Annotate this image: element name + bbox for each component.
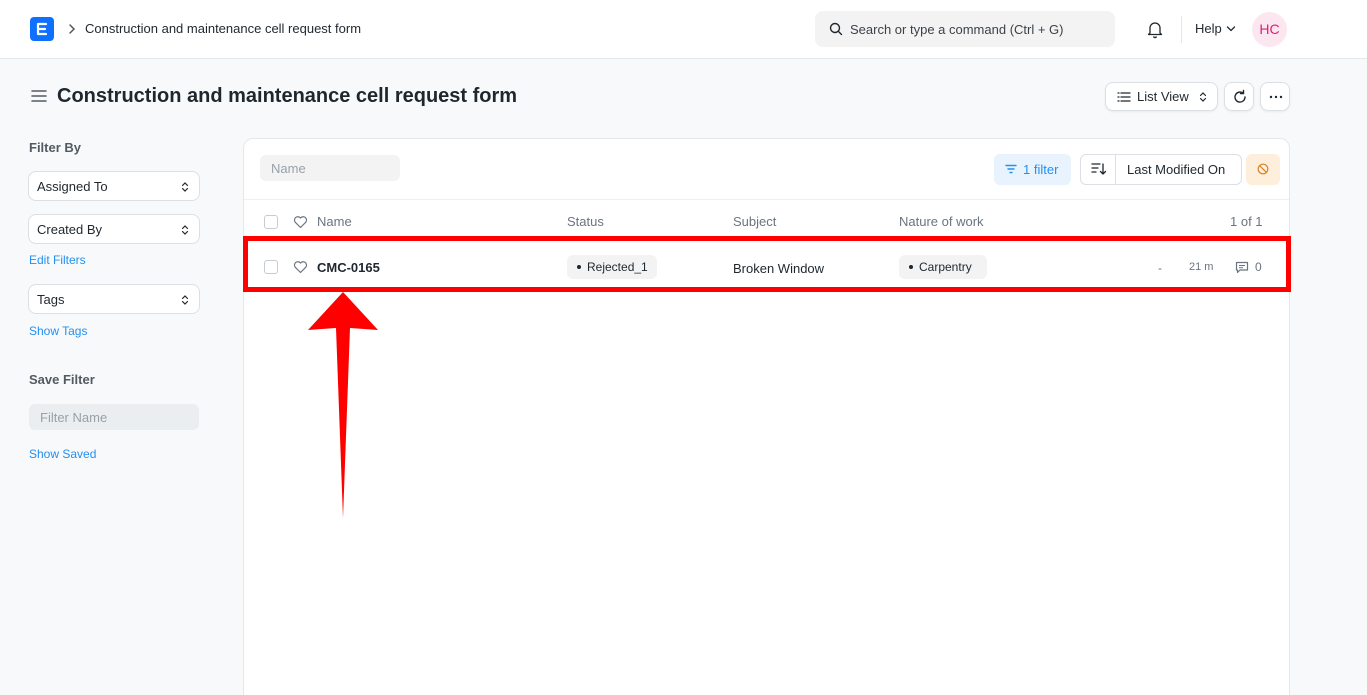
list-card: 1 filter Last Modified On Name Status Su…: [243, 138, 1290, 695]
column-header-nature-of-work: Nature of work: [899, 214, 984, 229]
filter-icon: [1005, 164, 1017, 174]
filter-button[interactable]: 1 filter: [994, 154, 1071, 185]
more-icon: [1269, 95, 1283, 99]
select-all-checkbox[interactable]: [264, 215, 278, 229]
show-tags-link[interactable]: Show Tags: [29, 324, 87, 338]
clear-filters-button[interactable]: [1246, 154, 1280, 185]
sidebar-toggle-icon[interactable]: [30, 89, 48, 103]
select-arrows-icon: [181, 182, 189, 192]
created-by-select[interactable]: Created By: [28, 214, 200, 244]
filter-by-heading: Filter By: [29, 140, 82, 155]
list-view-selector[interactable]: List View: [1105, 82, 1218, 111]
navbar-divider: [1181, 16, 1182, 43]
heart-icon[interactable]: [293, 215, 308, 229]
search-input[interactable]: [850, 11, 1105, 47]
page-title: Construction and maintenance cell reques…: [57, 85, 518, 107]
filter-button-label: 1 filter: [1023, 162, 1059, 177]
notification-bell-icon[interactable]: [1145, 19, 1165, 39]
column-header-status: Status: [567, 214, 604, 229]
select-arrows-icon: [181, 225, 189, 235]
sort-descending-icon: [1091, 163, 1107, 175]
tags-label: Tags: [37, 292, 65, 307]
search-icon: [829, 22, 843, 36]
assigned-to-label: Assigned To: [37, 179, 108, 194]
help-menu[interactable]: Help: [1195, 21, 1222, 36]
refresh-icon: [1234, 89, 1246, 103]
result-count: 1 of 1: [1230, 214, 1263, 229]
breadcrumb[interactable]: Construction and maintenance cell reques…: [85, 21, 361, 36]
more-actions-button[interactable]: [1260, 82, 1290, 111]
filter-name-input[interactable]: [29, 404, 199, 430]
show-saved-link[interactable]: Show Saved: [29, 447, 96, 461]
edit-filters-link[interactable]: Edit Filters: [29, 253, 86, 267]
app-logo[interactable]: [30, 17, 54, 41]
annotation-highlight-box: [243, 236, 1291, 292]
list-icon: [1117, 92, 1131, 102]
sort-field-button[interactable]: Last Modified On: [1127, 162, 1225, 177]
search-bar[interactable]: [815, 11, 1115, 47]
list-view-label: List View: [1137, 89, 1189, 104]
sort-selector: Last Modified On: [1080, 154, 1242, 185]
save-filter-heading: Save Filter: [29, 372, 95, 387]
column-header-subject: Subject: [733, 214, 777, 229]
toolbar-divider: [244, 199, 1289, 200]
navbar: Construction and maintenance cell reques…: [0, 0, 1367, 59]
name-filter-input[interactable]: [260, 155, 400, 181]
clear-filter-icon: [1257, 163, 1269, 175]
chevron-down-icon[interactable]: [1226, 25, 1236, 33]
column-header-name: Name: [317, 214, 352, 229]
assigned-to-select[interactable]: Assigned To: [28, 171, 200, 201]
select-arrows-icon: [181, 295, 189, 305]
tags-select[interactable]: Tags: [28, 284, 200, 314]
refresh-button[interactable]: [1224, 82, 1254, 111]
select-arrows-icon: [1199, 92, 1207, 102]
created-by-label: Created By: [37, 222, 103, 237]
chevron-right-icon: [69, 24, 76, 34]
annotation-arrow-icon: [308, 292, 378, 518]
user-avatar[interactable]: HC: [1252, 12, 1287, 47]
sort-direction-button[interactable]: [1081, 155, 1116, 184]
